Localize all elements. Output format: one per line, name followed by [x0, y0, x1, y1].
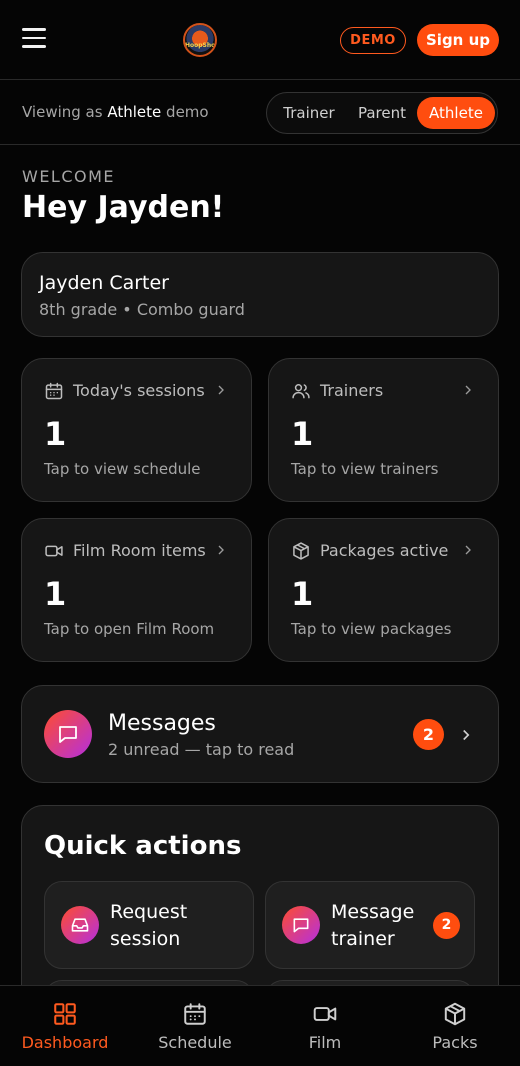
stat-hint: Tap to view schedule — [44, 460, 201, 478]
logo-text: HoopShop — [185, 42, 217, 49]
welcome-eyebrow: WELCOME — [22, 167, 116, 186]
nav-item-schedule[interactable]: Schedule — [130, 986, 260, 1066]
stat-card-sessions[interactable]: Today's sessions 1 Tap to view schedule — [21, 358, 252, 502]
stat-value: 1 — [44, 415, 67, 453]
nav-item-dashboard[interactable]: Dashboard — [0, 986, 130, 1066]
message-icon — [293, 918, 309, 933]
app-logo[interactable]: HoopShop — [183, 23, 217, 57]
stat-label: Trainers — [320, 381, 384, 400]
nav-item-film[interactable]: Film — [260, 986, 390, 1066]
calendar-icon — [184, 1003, 206, 1025]
quick-action-badge: 2 — [433, 912, 460, 939]
stat-card-film-room[interactable]: Film Room items 1 Tap to open Film Room — [21, 518, 252, 662]
bottom-navigation: Dashboard Schedule Film Packs — [0, 985, 520, 1066]
stat-hint: Tap to view packages — [291, 620, 452, 638]
stat-label: Packages active — [320, 541, 449, 560]
inbox-icon — [71, 918, 89, 932]
greeting-title: Hey Jayden! — [22, 190, 225, 225]
messages-title: Messages — [108, 711, 216, 736]
nav-label: Packs — [432, 1033, 478, 1052]
message-icon — [59, 726, 77, 743]
profile-meta: 8th grade • Combo guard — [39, 300, 245, 319]
stat-value: 1 — [291, 415, 314, 453]
calendar-icon — [45, 382, 63, 400]
viewing-prefix: Viewing as — [22, 103, 103, 121]
quick-action-icon-bg — [282, 906, 320, 944]
message-trainer-button[interactable]: Message trainer 2 — [265, 881, 475, 969]
nav-label: Dashboard — [21, 1033, 109, 1052]
stat-hint: Tap to view trainers — [291, 460, 439, 478]
unread-count-badge: 2 — [413, 719, 444, 750]
chevron-right-icon — [465, 385, 471, 395]
chevron-right-icon — [218, 385, 224, 395]
view-switcher-bar: Viewing as Athlete demo Trainer Parent A… — [0, 81, 520, 145]
stat-value: 1 — [44, 575, 67, 613]
chevron-right-icon — [218, 545, 224, 555]
chevron-right-icon — [465, 545, 471, 555]
stat-card-trainers[interactable]: Trainers 1 Tap to view trainers — [268, 358, 499, 502]
dashboard-icon — [54, 1003, 76, 1025]
stat-label: Film Room items — [73, 541, 206, 560]
video-icon — [313, 1007, 337, 1021]
viewing-as-text: Viewing as Athlete demo — [22, 103, 209, 121]
quick-action-icon-bg — [61, 906, 99, 944]
video-icon — [45, 545, 63, 557]
menu-icon[interactable] — [22, 28, 46, 50]
role-option-parent[interactable]: Parent — [347, 97, 417, 129]
chevron-right-icon — [463, 729, 470, 741]
stat-value: 1 — [291, 575, 314, 613]
stat-card-packages[interactable]: Packages active 1 Tap to view packages — [268, 518, 499, 662]
messages-avatar — [44, 710, 92, 758]
demo-badge: DEMO — [340, 27, 406, 54]
package-icon — [293, 542, 309, 560]
viewing-role: Athlete — [107, 103, 162, 121]
quick-action-label: Request session — [110, 901, 188, 950]
nav-label: Film — [308, 1033, 342, 1052]
role-option-athlete[interactable]: Athlete — [417, 97, 495, 129]
profile-name: Jayden Carter — [39, 272, 169, 294]
request-session-button[interactable]: Request session — [44, 881, 254, 969]
profile-card: Jayden Carter 8th grade • Combo guard — [21, 252, 499, 337]
users-icon — [292, 384, 310, 399]
stat-hint: Tap to open Film Room — [44, 620, 215, 638]
quick-actions-title: Quick actions — [44, 831, 242, 861]
role-option-trainer[interactable]: Trainer — [273, 97, 345, 129]
package-icon — [444, 1002, 466, 1026]
nav-label: Schedule — [158, 1033, 232, 1052]
viewing-suffix: demo — [166, 103, 209, 121]
role-segmented-control: Trainer Parent Athlete — [266, 92, 498, 134]
messages-card[interactable]: Messages 2 unread — tap to read 2 — [21, 685, 499, 783]
messages-subtitle: 2 unread — tap to read — [108, 740, 295, 759]
nav-item-packs[interactable]: Packs — [390, 986, 520, 1066]
top-bar: HoopShop DEMO Sign up — [0, 0, 520, 80]
stat-label: Today's sessions — [73, 381, 205, 400]
quick-action-label: Message trainer — [331, 901, 415, 950]
sign-up-button[interactable]: Sign up — [417, 24, 499, 56]
